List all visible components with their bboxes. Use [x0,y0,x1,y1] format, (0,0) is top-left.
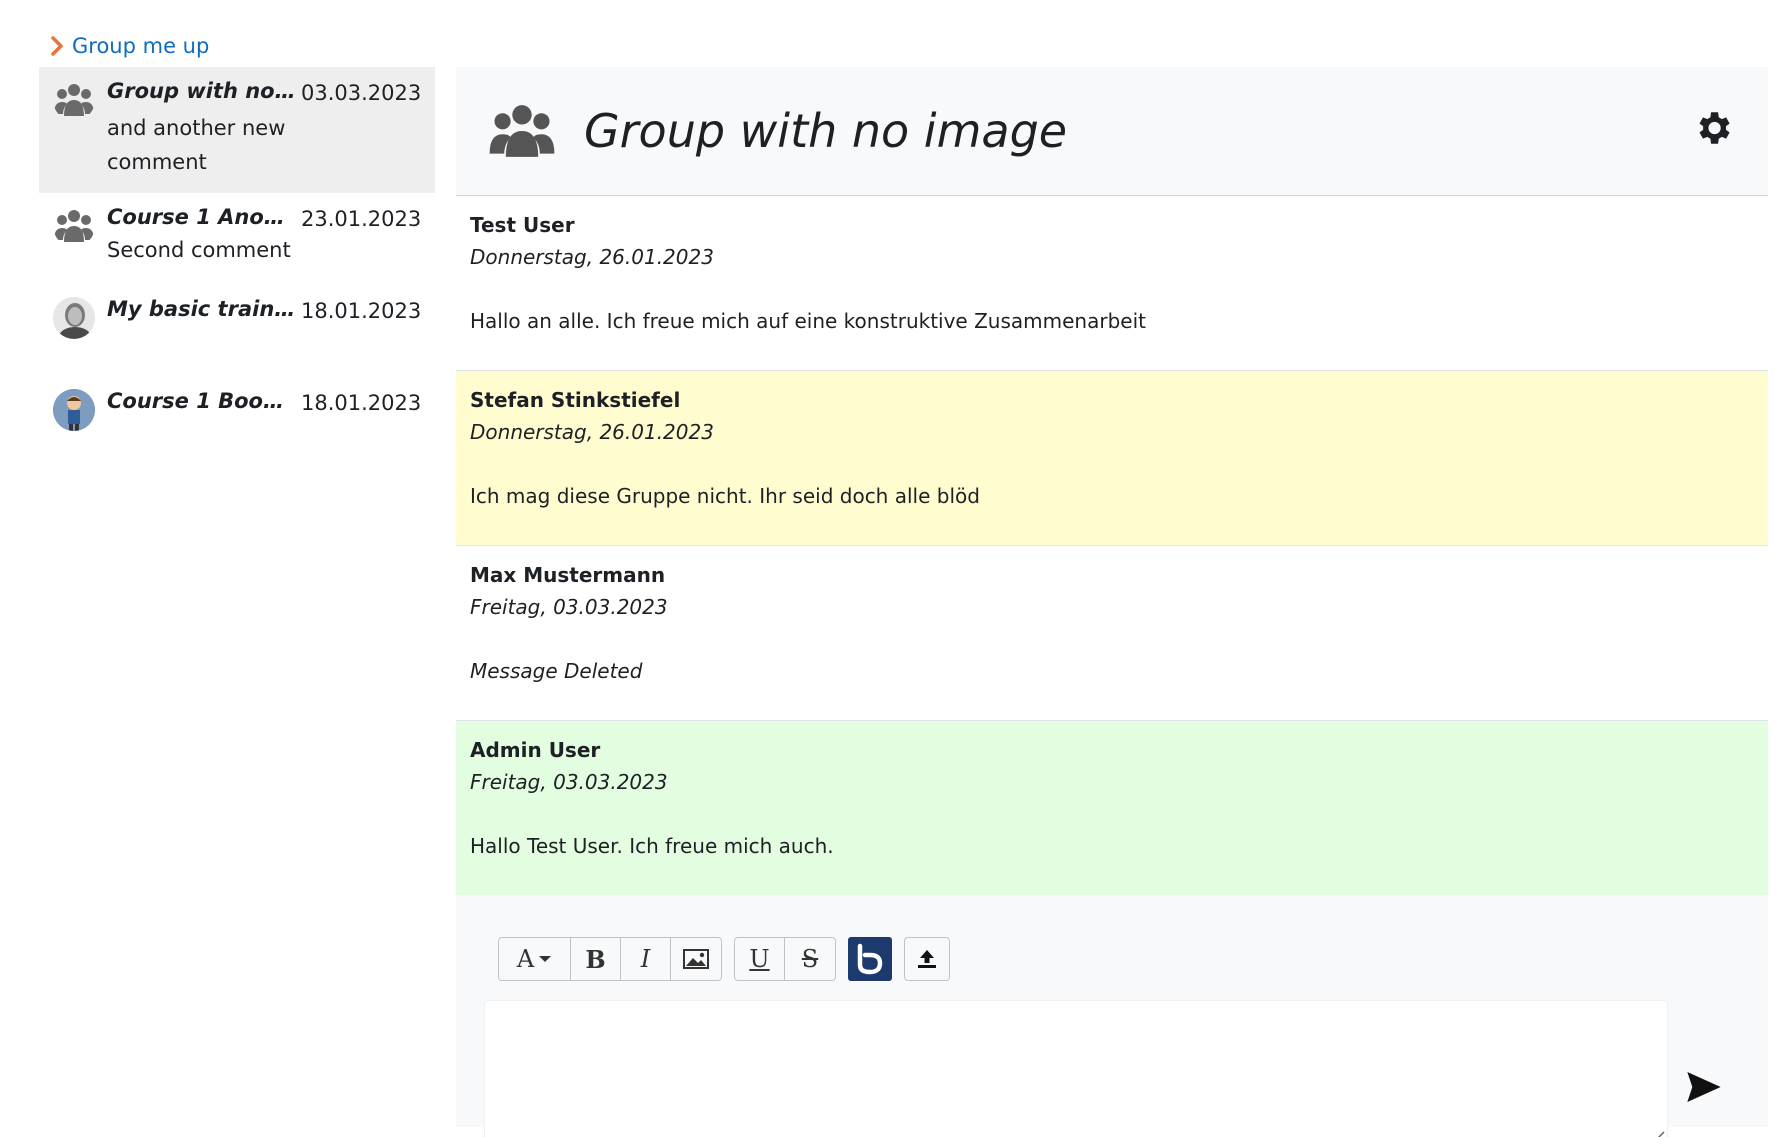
bold-button[interactable]: B [571,938,621,980]
message-composer: A B I U S [456,895,1768,1137]
breadcrumb: Group me up [50,33,209,59]
conversation-date: 18.01.2023 [301,299,422,323]
message-text: Hallo Test User. Ich freue mich auch. [470,834,834,858]
image-button[interactable] [671,938,721,980]
conversation-item[interactable]: Course 1 Book ... 18.01.2023 [39,377,435,447]
upload-button[interactable] [904,937,950,981]
resize-handle-icon[interactable] [1643,1127,1665,1137]
message-text: Ich mag diese Gruppe nicht. Ihr seid doc… [470,484,980,508]
conversation-date: 23.01.2023 [301,207,422,231]
message-author: Stefan Stinkstiefel [470,388,681,412]
toolbar-group-decoration: U S [734,937,836,981]
breadcrumb-link[interactable]: Group me up [72,34,209,58]
underline-button[interactable]: U [735,938,785,980]
group-icon [53,205,95,247]
chevron-right-icon [50,35,64,57]
font-button[interactable]: A [499,938,571,980]
message-item: Test User Donnerstag, 26.01.2023 Hallo a… [456,196,1768,371]
bigbluebutton-button[interactable] [848,937,892,981]
conversation-name: Course 1 Anou... [107,205,297,229]
conversation-item[interactable]: My basic traini... 18.01.2023 [39,285,435,377]
conversation-name: My basic traini... [107,297,297,321]
underline-icon: U [749,945,770,973]
toolbar-group-format: A B I [498,937,722,981]
conversation-header: Group with no image [456,67,1768,196]
message-time: Donnerstag, 26.01.2023 [470,245,714,269]
conversation-preview: Second comment [107,238,291,262]
gear-icon[interactable] [1692,107,1734,149]
caret-down-icon [539,956,552,962]
bigbluebutton-icon [857,943,883,975]
editor-toolbar: A B I U S [498,937,950,981]
message-time: Freitag, 03.03.2023 [470,595,668,619]
conversation-name: Group with no... [107,79,297,103]
message-author: Admin User [470,738,601,762]
message-time: Donnerstag, 26.01.2023 [470,420,714,444]
user-avatar [53,389,95,431]
conversation-panel: Group with no image Test User Donnerstag… [456,67,1768,1137]
upload-icon [918,950,936,968]
image-icon [683,949,709,969]
user-avatar [53,297,95,339]
message-item: Stefan Stinkstiefel Donnerstag, 26.01.20… [456,371,1768,546]
strikethrough-icon: S [801,945,819,973]
bold-icon: B [585,944,606,974]
page-title: Group with no image [584,104,1068,158]
italic-icon: I [640,945,651,973]
message-item: Max Mustermann Freitag, 03.03.2023 Messa… [456,546,1768,721]
conversation-list: Group with no... and another new comment… [39,67,435,447]
conversation-item[interactable]: Course 1 Anou... Second comment 23.01.20… [39,193,435,285]
message-input[interactable] [484,1000,1668,1137]
conversation-item[interactable]: Group with no... and another new comment… [39,67,435,193]
conversation-date: 03.03.2023 [301,81,422,105]
message-item: Admin User Freitag, 03.03.2023 Hallo Tes… [456,721,1768,895]
strikethrough-button[interactable]: S [785,938,835,980]
message-text: Hallo an alle. Ich freue mich auf eine k… [470,309,1146,333]
conversation-date: 18.01.2023 [301,391,422,415]
group-icon [53,79,95,121]
font-icon: A [516,945,535,973]
group-icon [486,95,558,167]
message-author: Max Mustermann [470,563,666,587]
message-author: Test User [470,213,575,237]
message-time: Freitag, 03.03.2023 [470,770,668,794]
message-text: Message Deleted [470,659,643,683]
conversation-preview: and another new comment [107,116,286,174]
send-icon[interactable] [1684,1067,1728,1111]
italic-button[interactable]: I [621,938,671,980]
conversation-name: Course 1 Book ... [107,389,297,413]
